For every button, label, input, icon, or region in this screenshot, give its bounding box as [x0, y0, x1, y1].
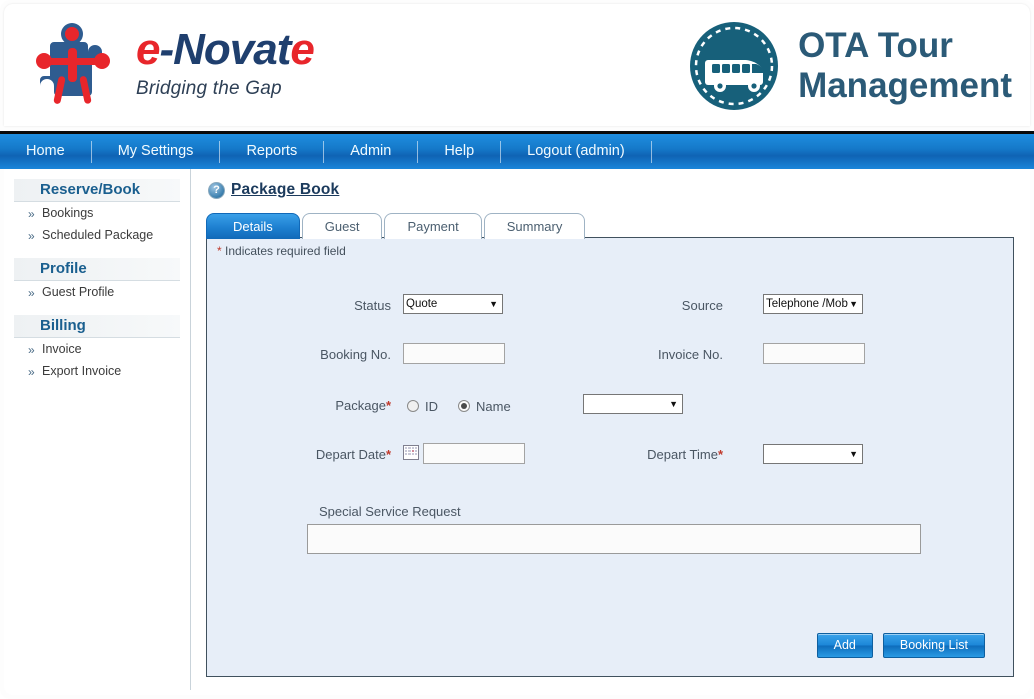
depart-date-label-text: Depart Date [316, 447, 386, 462]
nav-item-home[interactable]: Home [0, 134, 91, 169]
sidebar-heading-billing: Billing [14, 315, 180, 338]
depart-date-label: Depart Date* [287, 445, 391, 465]
brand-name-e: e [136, 25, 159, 74]
help-question-icon[interactable]: ? [208, 182, 225, 199]
package-label-text: Package [335, 398, 386, 413]
tab-details[interactable]: Details [206, 213, 300, 239]
details-form: Status Quote ▼ Source Telephone /Mob [207, 272, 1015, 472]
panel-action-buttons: Add Booking List [817, 633, 985, 658]
nav-separator [651, 141, 652, 163]
product-title: OTA Tour Management [798, 26, 1012, 106]
page-header: e-Novate Bridging the Gap [4, 4, 1030, 126]
nav-item-my-settings[interactable]: My Settings [92, 134, 220, 169]
form-row-status-source: Status Quote ▼ Source Telephone /Mob [207, 272, 1015, 322]
depart-date-required-asterisk: * [386, 447, 391, 462]
package-radio-name-label: Name [476, 400, 511, 414]
nav-item-help[interactable]: Help [418, 134, 500, 169]
sidebar-item-label: Invoice [42, 342, 82, 356]
sidebar-heading-reserve-book: Reserve/Book [14, 179, 180, 202]
sidebar-item-label: Bookings [42, 206, 93, 220]
product-block: OTA Tour Management [688, 12, 1012, 120]
form-row-booking-invoice: Booking No. Invoice No. [207, 322, 1015, 372]
main-navigation: Home My Settings Reports Admin Help Logo… [0, 131, 1034, 169]
sidebar-item-label: Guest Profile [42, 285, 114, 299]
package-label: Package* [295, 396, 391, 416]
package-radio-id[interactable] [407, 400, 419, 412]
chevron-bullet-icon: » [28, 365, 33, 379]
brand-name-dash: - [159, 25, 173, 74]
tab-bar: Details Guest Payment Summary [206, 212, 587, 239]
booking-list-button[interactable]: Booking List [883, 633, 985, 658]
brand-wordmark: e-Novate Bridging the Gap [136, 24, 314, 100]
status-label: Status [295, 296, 391, 316]
brand-name-e2: e [290, 25, 313, 74]
package-radio-name[interactable] [458, 400, 470, 412]
chevron-bullet-icon: » [28, 343, 33, 357]
sidebar-heading-profile: Profile [14, 258, 180, 281]
page-body: Reserve/Book » Bookings » Scheduled Pack… [4, 169, 1030, 695]
tab-summary[interactable]: Summary [484, 213, 586, 239]
brand-name: e-Novate [136, 24, 314, 76]
tab-guest[interactable]: Guest [302, 213, 383, 239]
brand-tagline: Bridging the Gap [136, 78, 314, 100]
chevron-bullet-icon: » [28, 286, 33, 300]
chevron-bullet-icon: » [28, 207, 33, 221]
application-window: e-Novate Bridging the Gap [0, 0, 1034, 699]
depart-time-label: Depart Time* [611, 445, 723, 465]
invoice-no-input[interactable] [763, 343, 865, 364]
depart-time-label-text: Depart Time [647, 447, 718, 462]
chevron-bullet-icon: » [28, 229, 33, 243]
booking-no-input[interactable] [403, 343, 505, 364]
bus-circle-icon [688, 20, 780, 112]
source-label: Source [627, 296, 723, 316]
details-panel: * Indicates required field Status Quote … [206, 237, 1014, 677]
brand-block: e-Novate Bridging the Gap [18, 10, 378, 122]
nav-item-reports[interactable]: Reports [220, 134, 323, 169]
main-content: ? Package Book Details Guest Payment Sum… [192, 169, 1030, 690]
package-required-asterisk: * [386, 398, 391, 413]
puzzle-person-icon [28, 20, 124, 112]
product-title-line1: OTA Tour [798, 26, 1012, 66]
brand-name-novat: Novat [173, 25, 290, 74]
required-asterisk: * [217, 244, 222, 258]
sidebar-item-invoice[interactable]: » Invoice [4, 338, 190, 360]
package-select[interactable] [583, 394, 683, 414]
sidebar-item-bookings[interactable]: » Bookings [4, 202, 190, 224]
depart-date-input[interactable] [423, 443, 525, 464]
calendar-icon[interactable] [403, 445, 419, 460]
required-note-text: Indicates required field [225, 244, 346, 258]
sidebar: Reserve/Book » Bookings » Scheduled Pack… [4, 169, 191, 690]
sidebar-item-export-invoice[interactable]: » Export Invoice [4, 360, 190, 382]
nav-item-logout[interactable]: Logout (admin) [501, 134, 651, 169]
depart-time-select[interactable] [763, 444, 863, 464]
required-field-note: * Indicates required field [217, 244, 346, 258]
depart-time-required-asterisk: * [718, 447, 723, 462]
invoice-no-label: Invoice No. [627, 345, 723, 365]
calendar-icon-grid [404, 446, 418, 456]
tab-payment[interactable]: Payment [384, 213, 481, 239]
add-button[interactable]: Add [817, 633, 873, 658]
product-title-line2: Management [798, 66, 1012, 106]
booking-no-label: Booking No. [295, 345, 391, 365]
sidebar-item-label: Scheduled Package [42, 228, 153, 242]
page-title-row: ? Package Book [208, 181, 339, 199]
source-select[interactable]: Telephone /Mob [763, 294, 863, 314]
special-service-request-input[interactable] [307, 524, 921, 554]
form-row-package: Package* ID Name ▼ [207, 372, 1015, 422]
package-radio-id-label: ID [425, 400, 438, 414]
sidebar-item-guest-profile[interactable]: » Guest Profile [4, 281, 190, 303]
page-title[interactable]: Package Book [231, 181, 339, 199]
special-service-request-label: Special Service Request [319, 504, 461, 519]
form-row-depart: Depart Date* Depart Time [207, 422, 1015, 472]
sidebar-item-scheduled-package[interactable]: » Scheduled Package [4, 224, 190, 246]
nav-item-admin[interactable]: Admin [324, 134, 417, 169]
status-select[interactable]: Quote [403, 294, 503, 314]
sidebar-item-label: Export Invoice [42, 364, 121, 378]
